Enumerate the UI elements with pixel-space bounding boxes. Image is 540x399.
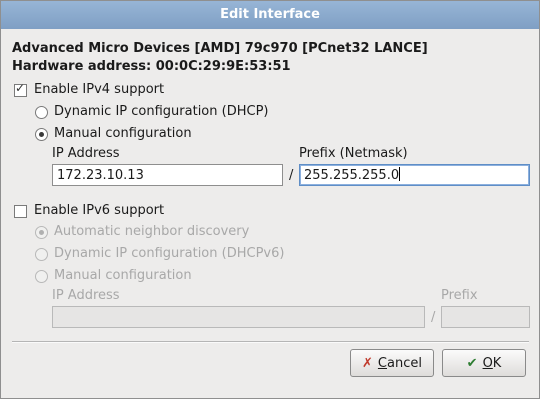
ipv4-prefix-label: Prefix (Netmask): [299, 146, 408, 161]
ipv4-dhcp-label[interactable]: Dynamic IP configuration (DHCP): [54, 104, 268, 119]
x-icon: ✗: [362, 355, 373, 371]
edit-interface-dialog: Edit Interface Advanced Micro Devices [A…: [0, 0, 540, 399]
ipv4-prefix-input[interactable]: 255.255.255.0: [299, 164, 530, 186]
text-caret: [399, 167, 401, 181]
cancel-button-label: Cancel: [377, 355, 422, 371]
ipv6-auto-label[interactable]: Automatic neighbor discovery: [54, 224, 249, 239]
ipv4-ip-address-input[interactable]: 172.23.10.13: [52, 164, 283, 186]
ipv4-prefix-value: 255.255.255.0: [304, 168, 400, 183]
hardware-address-row: Hardware address: 00:0C:29:9E:53:51: [12, 59, 291, 74]
ipv4-ip-address-label: IP Address: [52, 146, 120, 161]
enable-ipv6-checkbox[interactable]: [14, 205, 27, 218]
ipv6-prefix-label: Prefix: [441, 288, 478, 303]
ipv4-manual-label[interactable]: Manual configuration: [54, 126, 192, 141]
enable-ipv4-label[interactable]: Enable IPv4 support: [34, 82, 164, 97]
radio-selected-dot: [39, 132, 44, 137]
device-name: Advanced Micro Devices [AMD] 79c970 [PCn…: [12, 41, 428, 56]
ipv6-dhcp-radio[interactable]: [35, 248, 48, 261]
checkmark-hand-icon: ✔: [466, 355, 478, 371]
ipv6-auto-radio[interactable]: [35, 226, 48, 239]
button-separator: [12, 341, 529, 343]
enable-ipv4-checkbox[interactable]: ✓: [14, 81, 27, 97]
radio-selected-dot: [39, 230, 44, 235]
ok-button-label: OK: [482, 355, 502, 371]
ipv4-slash: /: [289, 168, 294, 183]
hardware-address-value: 00:0C:29:9E:53:51: [155, 59, 291, 74]
check-mark-icon: ✓: [15, 81, 26, 95]
ipv4-ip-address-value: 172.23.10.13: [57, 168, 144, 183]
ipv6-ip-address-input[interactable]: [52, 306, 425, 328]
enable-ipv6-label[interactable]: Enable IPv6 support: [34, 203, 164, 218]
ipv6-manual-label[interactable]: Manual configuration: [54, 268, 192, 283]
ipv6-manual-radio[interactable]: [35, 270, 48, 283]
cancel-button[interactable]: ✗ Cancel: [350, 349, 434, 377]
ipv6-prefix-input[interactable]: [441, 306, 530, 328]
ipv6-ip-address-label: IP Address: [52, 288, 120, 303]
dialog-title: Edit Interface: [1, 1, 539, 29]
ok-button[interactable]: ✔ OK: [442, 349, 526, 377]
ipv4-dhcp-radio[interactable]: [35, 106, 48, 119]
ipv6-dhcp-label[interactable]: Dynamic IP configuration (DHCPv6): [54, 246, 284, 261]
ipv4-manual-radio[interactable]: [35, 128, 48, 141]
hardware-address-label: Hardware address:: [12, 59, 152, 74]
ipv6-slash: /: [431, 310, 436, 325]
